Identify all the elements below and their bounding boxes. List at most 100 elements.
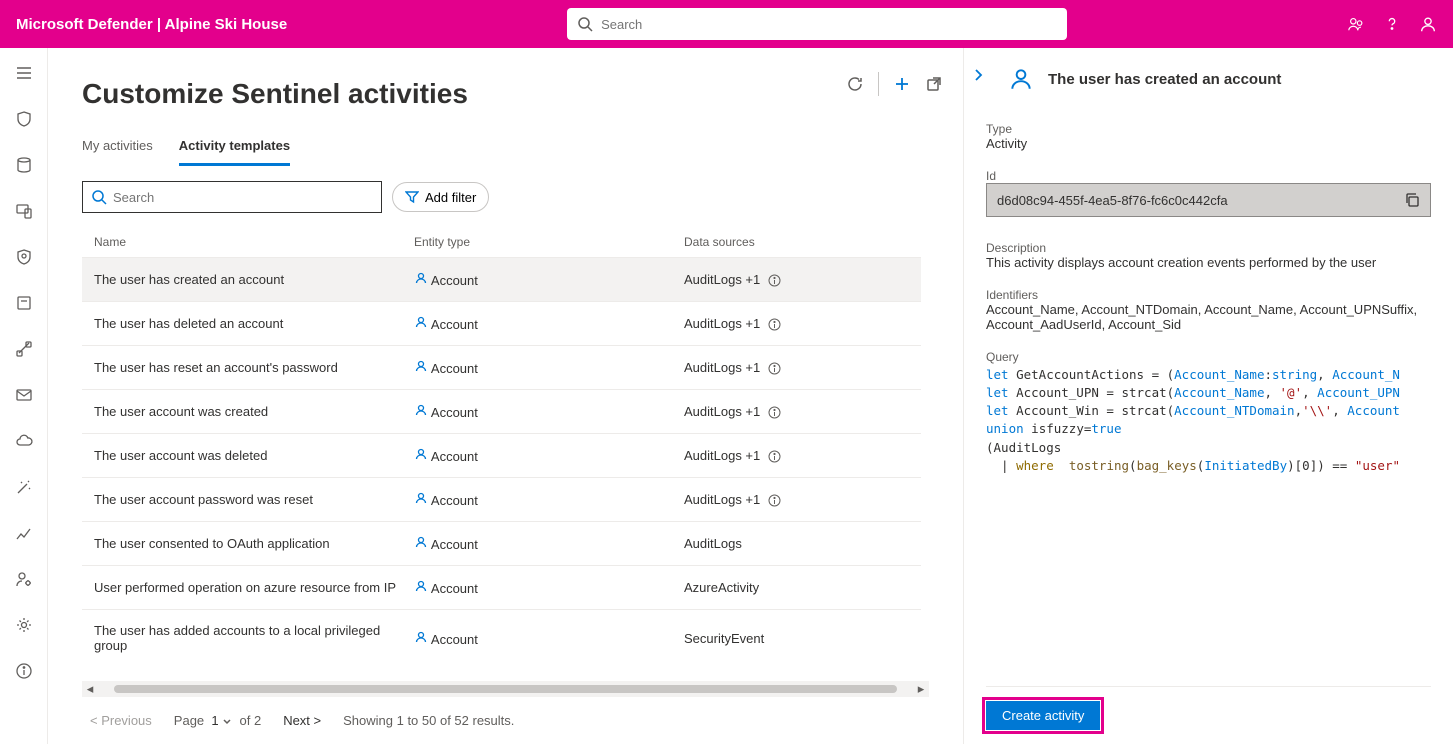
person-icon — [414, 535, 428, 549]
global-search-input[interactable] — [601, 17, 1057, 32]
row-datasource: AuditLogs +1 — [684, 448, 909, 463]
people-icon[interactable] — [1347, 15, 1365, 33]
refresh-icon[interactable] — [846, 75, 864, 93]
table-row[interactable]: The user account password was reset Acco… — [82, 477, 921, 521]
page-current[interactable]: 1 — [211, 713, 218, 728]
row-entity: Account — [431, 361, 478, 376]
gear-shield-icon[interactable] — [15, 248, 33, 266]
prev-page[interactable]: < Previous — [90, 713, 152, 728]
id-box: d6d08c94-455f-4ea5-8f76-fc6c0c442cfa — [986, 183, 1431, 217]
mail-icon[interactable] — [15, 386, 33, 404]
person-icon — [414, 359, 428, 373]
tabs: My activities Activity templates — [82, 138, 929, 167]
results-count: Showing 1 to 50 of 52 results. — [343, 713, 514, 728]
settings-icon[interactable] — [15, 616, 33, 634]
page-label: Page — [174, 713, 204, 728]
top-header: Microsoft Defender | Alpine Ski House — [0, 0, 1453, 48]
row-name: The user has added accounts to a local p… — [94, 623, 414, 653]
table-row[interactable]: The user consented to OAuth application … — [82, 521, 921, 565]
menu-icon[interactable] — [15, 64, 33, 82]
cloud-icon[interactable] — [15, 432, 33, 450]
table-search-input[interactable] — [113, 190, 373, 205]
database-icon[interactable] — [15, 156, 33, 174]
chart-icon[interactable] — [15, 524, 33, 542]
table-row[interactable]: The user account was deleted AccountAudi… — [82, 433, 921, 477]
add-filter-button[interactable]: Add filter — [392, 182, 489, 212]
page-total: of 2 — [240, 713, 262, 728]
user-settings-icon[interactable] — [15, 570, 33, 588]
global-search[interactable] — [567, 8, 1067, 40]
chevron-down-icon[interactable] — [222, 717, 232, 727]
id-label: Id — [986, 169, 1431, 183]
account-icon[interactable] — [1419, 15, 1437, 33]
search-icon — [91, 189, 107, 205]
row-datasource: AuditLogs +1 — [684, 492, 909, 507]
table-search[interactable] — [82, 181, 382, 213]
table-row[interactable]: User performed operation on azure resour… — [82, 565, 921, 609]
row-entity: Account — [431, 273, 478, 288]
query-label: Query — [986, 350, 1431, 364]
row-name: The user consented to OAuth application — [94, 536, 414, 551]
col-header-data[interactable]: Data sources — [684, 235, 909, 249]
filter-icon — [405, 190, 419, 204]
connector-icon[interactable] — [15, 340, 33, 358]
copy-icon[interactable] — [1404, 192, 1420, 208]
row-name: The user account was deleted — [94, 448, 414, 463]
type-label: Type — [986, 122, 1431, 136]
row-name: User performed operation on azure resour… — [94, 580, 414, 595]
identifiers-value: Account_Name, Account_NTDomain, Account_… — [986, 302, 1431, 332]
row-entity: Account — [431, 317, 478, 332]
next-page[interactable]: Next > — [283, 713, 321, 728]
tab-activity-templates[interactable]: Activity templates — [179, 138, 290, 166]
page-title: Customize Sentinel activities — [82, 78, 929, 110]
row-name: The user account password was reset — [94, 492, 414, 507]
add-filter-label: Add filter — [425, 190, 476, 205]
row-entity: Account — [431, 632, 478, 647]
person-icon — [414, 447, 428, 461]
row-name: The user account was created — [94, 404, 414, 419]
pagination: < Previous Page 1 of 2 Next > Showing 1 … — [82, 697, 929, 744]
shield-icon[interactable] — [15, 110, 33, 128]
row-name: The user has reset an account's password — [94, 360, 414, 375]
search-icon — [577, 16, 593, 32]
row-name: The user has created an account — [94, 272, 414, 287]
row-datasource: AuditLogs +1 — [684, 404, 909, 419]
tab-my-activities[interactable]: My activities — [82, 138, 153, 166]
table: Name Entity type Data sources The user h… — [82, 227, 929, 681]
plus-icon[interactable] — [893, 75, 911, 93]
row-name: The user has deleted an account — [94, 316, 414, 331]
archive-icon[interactable] — [15, 294, 33, 312]
horizontal-scrollbar[interactable]: ◂ ▸ — [82, 681, 929, 697]
table-row[interactable]: The user account was created AccountAudi… — [82, 389, 921, 433]
chevron-right-icon[interactable] — [972, 68, 986, 82]
row-datasource: SecurityEvent — [684, 631, 909, 646]
person-icon — [414, 579, 428, 593]
identifiers-label: Identifiers — [986, 288, 1431, 302]
person-icon — [414, 271, 428, 285]
col-header-entity[interactable]: Entity type — [414, 235, 684, 249]
query-code: let GetAccountActions = (Account_Name:st… — [986, 366, 1431, 475]
row-datasource: AuditLogs — [684, 536, 909, 551]
type-value: Activity — [986, 136, 1431, 151]
left-nav — [0, 48, 48, 744]
table-row[interactable]: The user has created an account AccountA… — [82, 257, 921, 301]
person-icon — [414, 403, 428, 417]
create-activity-button[interactable]: Create activity — [986, 701, 1100, 730]
table-row[interactable]: The user has added accounts to a local p… — [82, 609, 921, 666]
details-panel: The user has created an account Type Act… — [963, 48, 1453, 744]
devices-icon[interactable] — [15, 202, 33, 220]
person-icon — [414, 315, 428, 329]
description-value: This activity displays account creation … — [986, 255, 1431, 270]
table-row[interactable]: The user has deleted an account AccountA… — [82, 301, 921, 345]
popout-icon[interactable] — [925, 75, 943, 93]
row-entity: Account — [431, 493, 478, 508]
col-header-name[interactable]: Name — [94, 235, 414, 249]
wand-icon[interactable] — [15, 478, 33, 496]
row-entity: Account — [431, 537, 478, 552]
help-icon[interactable] — [1383, 15, 1401, 33]
app-title: Microsoft Defender | Alpine Ski House — [16, 16, 287, 33]
person-icon — [1008, 66, 1034, 92]
description-label: Description — [986, 241, 1431, 255]
info-icon[interactable] — [15, 662, 33, 680]
table-row[interactable]: The user has reset an account's password… — [82, 345, 921, 389]
